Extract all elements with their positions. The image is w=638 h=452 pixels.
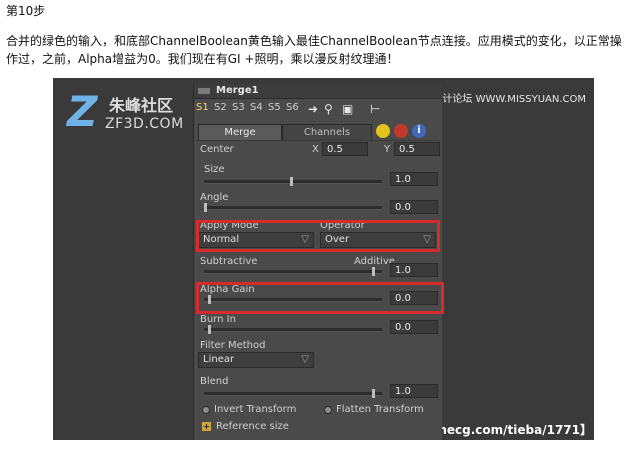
save-icon[interactable]: ▣ [342, 102, 353, 116]
sub-add-slider-knob[interactable] [372, 267, 375, 276]
sub-add-field[interactable]: 1.0 [390, 263, 438, 277]
panel-title: Merge1 [216, 85, 259, 96]
size-label: Size [204, 164, 225, 175]
blend-slider-knob[interactable] [372, 389, 375, 398]
gear-icon[interactable] [394, 124, 408, 138]
size-slider-track[interactable] [204, 180, 382, 184]
pick-icon[interactable]: ⚲ [324, 102, 333, 116]
filter-method-value: Linear [203, 354, 235, 365]
angle-slider-track[interactable] [204, 206, 382, 210]
reference-size-label[interactable]: Reference size [216, 421, 289, 432]
tab-divider [196, 140, 440, 141]
center-label: Center [200, 144, 234, 155]
watermark-logo-en: ZF3D.COM [105, 116, 184, 132]
center-x-label: X [312, 144, 319, 155]
center-y-field[interactable]: 0.5 [394, 142, 440, 156]
angle-slider-knob[interactable] [204, 203, 207, 212]
collapse-handle-icon[interactable] [198, 88, 210, 94]
tab-merge[interactable]: Merge [198, 124, 282, 140]
radiation-icon[interactable] [376, 124, 390, 138]
flatten-transform-label: Flatten Transform [336, 404, 424, 415]
blend-field[interactable]: 1.0 [390, 384, 438, 398]
info-icon[interactable]: i [412, 124, 426, 138]
step-heading: 第10步 [6, 4, 46, 18]
tab-channels[interactable]: Channels [282, 124, 372, 140]
angle-label: Angle [200, 192, 229, 203]
burn-in-label: Burn In [200, 314, 236, 325]
slot-s1[interactable]: S1 [196, 102, 209, 113]
slot-s5[interactable]: S5 [268, 102, 281, 113]
slot-s3[interactable]: S3 [232, 102, 245, 113]
size-field[interactable]: 1.0 [390, 172, 438, 186]
flatten-transform-checkbox[interactable] [324, 406, 332, 414]
filter-method-label: Filter Method [200, 340, 266, 351]
subtractive-label: Subtractive [200, 256, 258, 267]
expand-plus-icon[interactable]: + [202, 422, 211, 431]
sub-add-slider-track[interactable] [204, 270, 382, 274]
watermark-logo-cn: 朱峰社区 [109, 96, 174, 115]
fusion-screenshot: Z 朱峰社区 ZF3D.COM 思缘设计论坛 WWW.MISSYUAN.COM … [53, 78, 594, 440]
panel-title-bar[interactable]: Merge1 [194, 84, 442, 99]
burn-in-slider-knob[interactable] [208, 325, 211, 334]
highlight-alpha-gain [196, 282, 444, 314]
pin-icon[interactable]: ⊢ [370, 102, 380, 116]
article-text-line-2: 作过，之前，Alpha增益为0。我们现在有GI +照明，乘以漫反射纹理通！ [6, 52, 399, 66]
center-x-field[interactable]: 0.5 [322, 142, 368, 156]
chevron-down-icon: ▽ [301, 354, 309, 365]
slot-s2[interactable]: S2 [214, 102, 227, 113]
arrow-right-icon[interactable]: ➜ [308, 102, 318, 116]
burn-in-slider-track[interactable] [204, 328, 382, 332]
center-y-label: Y [384, 144, 391, 155]
blend-slider-track[interactable] [204, 392, 382, 396]
invert-transform-checkbox[interactable] [202, 406, 210, 414]
merge-tool-panel: Merge1 S1 S2 S3 S4 S5 S6 ➜ ⚲ ▣ ⊢ Merge C… [193, 84, 444, 440]
angle-field[interactable]: 0.0 [390, 200, 438, 214]
additive-label: Additive [354, 256, 395, 267]
invert-transform-label: Invert Transform [214, 404, 297, 415]
highlight-apply-mode [196, 220, 440, 252]
size-slider-knob[interactable] [290, 177, 293, 186]
slot-s4[interactable]: S4 [250, 102, 263, 113]
blend-label: Blend [200, 376, 229, 387]
slot-s6[interactable]: S6 [286, 102, 299, 113]
burn-in-field[interactable]: 0.0 [390, 320, 438, 334]
panel-toolbar: S1 S2 S3 S4 S5 S6 ➜ ⚲ ▣ ⊢ [194, 100, 442, 118]
filter-method-dropdown[interactable]: Linear ▽ [198, 352, 314, 368]
article-text-line-1: 合并的绿色的输入，和底部ChannelBoolean黄色输入最佳ChannelB… [6, 34, 622, 48]
